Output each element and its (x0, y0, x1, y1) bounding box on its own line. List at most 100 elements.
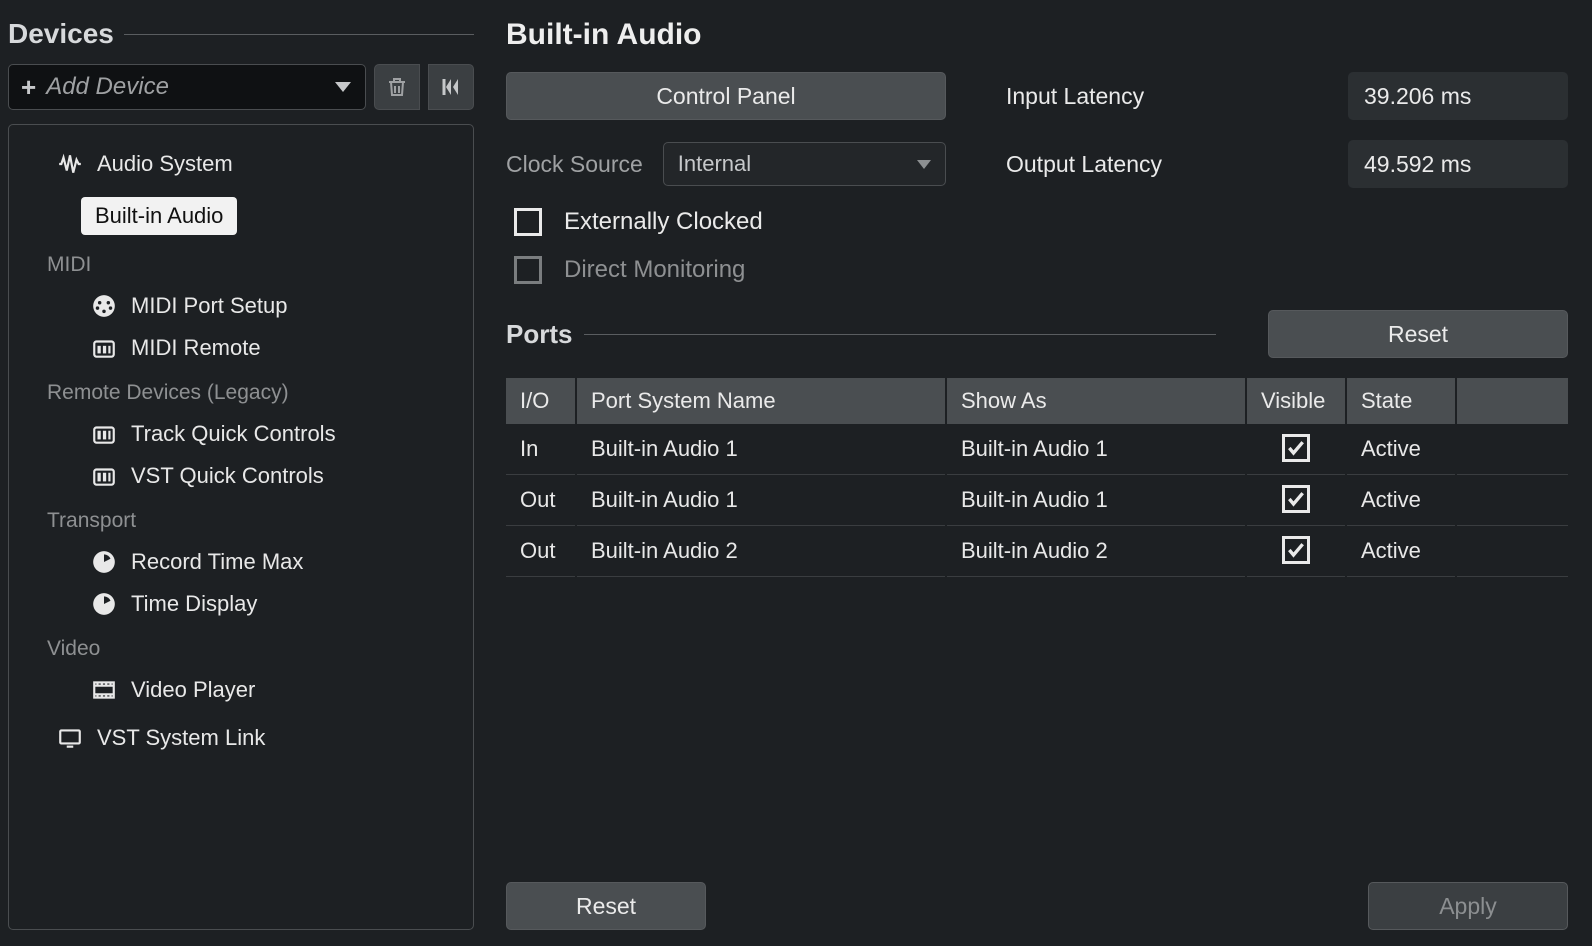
cell-name: Built-in Audio 1 (576, 424, 946, 475)
externally-clocked-checkbox[interactable] (514, 208, 542, 236)
apply-button: Apply (1368, 882, 1568, 930)
tree-vst-quick-controls[interactable]: VST Quick Controls (81, 457, 457, 495)
cell-name: Built-in Audio 1 (576, 475, 946, 526)
ports-header: Ports Reset (506, 310, 1568, 358)
reset-button[interactable]: Reset (506, 882, 706, 930)
clock-source-label: Clock Source (506, 151, 643, 178)
value-text: 49.592 ms (1364, 151, 1471, 178)
select-value: Internal (678, 151, 751, 177)
collapse-all-button[interactable] (428, 64, 474, 110)
tree-midi-port-setup[interactable]: MIDI Port Setup (81, 287, 457, 325)
direct-monitoring-label: Direct Monitoring (564, 256, 745, 284)
clock-source-select[interactable]: Internal (663, 142, 946, 186)
delete-device-button[interactable] (374, 64, 420, 110)
skip-back-icon (439, 75, 463, 99)
table-header-row: I/O Port System Name Show As Visible Sta… (506, 378, 1568, 424)
remote-icon (91, 335, 117, 361)
tree-item-label: MIDI Port Setup (131, 293, 288, 319)
visible-checkbox[interactable] (1282, 434, 1310, 462)
col-state[interactable]: State (1346, 378, 1456, 424)
devices-title: Devices (8, 18, 114, 50)
tree-time-display[interactable]: Time Display (81, 585, 457, 623)
col-visible[interactable]: Visible (1246, 378, 1346, 424)
direct-monitoring-checkbox (514, 256, 542, 284)
cell-name: Built-in Audio 2 (576, 526, 946, 577)
cell-state: Active (1346, 475, 1456, 526)
add-device-label: Add Device (46, 73, 325, 101)
tree-item-label: VST System Link (97, 725, 265, 751)
tree-group-video: Video (47, 637, 457, 661)
cell-io: Out (506, 475, 576, 526)
divider (124, 34, 474, 35)
tree-item-label: Record Time Max (131, 549, 303, 575)
tree-vst-system-link[interactable]: VST System Link (47, 719, 457, 757)
divider (584, 334, 1216, 335)
devices-panel: Devices + Add Device Audio System Built-… (0, 0, 498, 946)
footer-bar: Reset Apply (506, 862, 1568, 930)
tree-built-in-audio[interactable]: Built-in Audio (81, 197, 237, 235)
tree-group-midi: MIDI (47, 253, 457, 277)
main-panel: Built-in Audio Control Panel Input Laten… (498, 0, 1592, 946)
table-row[interactable]: InBuilt-in Audio 1Built-in Audio 1Active (506, 424, 1568, 475)
waveform-icon (57, 151, 83, 177)
trash-icon (385, 75, 409, 99)
cell-visible (1246, 475, 1346, 526)
col-pad (1456, 378, 1568, 424)
tree-item-label: Track Quick Controls (131, 421, 336, 447)
controls-icon (91, 421, 117, 447)
control-panel-button[interactable]: Control Panel (506, 72, 946, 120)
ports-title: Ports (506, 319, 572, 350)
tree-midi-remote[interactable]: MIDI Remote (81, 329, 457, 367)
tree-record-time-max[interactable]: Record Time Max (81, 543, 457, 581)
add-device-row: + Add Device (8, 64, 474, 110)
tree-item-label: Time Display (131, 591, 257, 617)
cell-io: Out (506, 526, 576, 577)
clock-icon (91, 549, 117, 575)
ports-reset-button[interactable]: Reset (1268, 310, 1568, 358)
externally-clocked-row: Externally Clocked (514, 208, 1568, 236)
button-label: Control Panel (656, 83, 795, 110)
tree-item-label: Built-in Audio (95, 203, 223, 229)
table-row[interactable]: OutBuilt-in Audio 2Built-in Audio 2Activ… (506, 526, 1568, 577)
direct-monitoring-row: Direct Monitoring (514, 256, 1568, 284)
tree-item-label: VST Quick Controls (131, 463, 324, 489)
chevron-down-icon (335, 82, 351, 92)
tree-item-label: Video Player (131, 677, 255, 703)
monitor-icon (57, 725, 83, 751)
controls-icon (91, 463, 117, 489)
button-label: Apply (1439, 893, 1497, 920)
visible-checkbox[interactable] (1282, 536, 1310, 564)
cell-pad (1456, 526, 1568, 577)
table-row[interactable]: OutBuilt-in Audio 1Built-in Audio 1Activ… (506, 475, 1568, 526)
cell-show-as[interactable]: Built-in Audio 1 (946, 475, 1246, 526)
ports-table: I/O Port System Name Show As Visible Sta… (506, 378, 1568, 577)
tree-item-label: MIDI Remote (131, 335, 261, 361)
add-device-dropdown[interactable]: + Add Device (8, 64, 366, 110)
cell-io: In (506, 424, 576, 475)
col-name[interactable]: Port System Name (576, 378, 946, 424)
page-title: Built-in Audio (506, 18, 1568, 52)
externally-clocked-label: Externally Clocked (564, 208, 763, 236)
col-io[interactable]: I/O (506, 378, 576, 424)
cell-visible (1246, 424, 1346, 475)
cell-state: Active (1346, 424, 1456, 475)
tree-audio-system[interactable]: Audio System (47, 145, 457, 183)
midi-icon (91, 293, 117, 319)
input-latency-value: 39.206 ms (1348, 72, 1568, 120)
visible-checkbox[interactable] (1282, 485, 1310, 513)
tree-track-quick-controls[interactable]: Track Quick Controls (81, 415, 457, 453)
tree-video-player[interactable]: Video Player (81, 671, 457, 709)
cell-show-as[interactable]: Built-in Audio 1 (946, 424, 1246, 475)
chevron-down-icon (917, 160, 931, 169)
cell-state: Active (1346, 526, 1456, 577)
input-latency-label: Input Latency (1006, 83, 1288, 110)
clock-source-row: Clock Source Internal (506, 142, 946, 186)
cell-show-as[interactable]: Built-in Audio 2 (946, 526, 1246, 577)
device-tree[interactable]: Audio System Built-in Audio MIDI MIDI Po… (8, 124, 474, 930)
devices-header: Devices (8, 18, 474, 50)
cell-visible (1246, 526, 1346, 577)
cell-pad (1456, 424, 1568, 475)
value-text: 39.206 ms (1364, 83, 1471, 110)
tree-item-label: Audio System (97, 151, 233, 177)
col-show[interactable]: Show As (946, 378, 1246, 424)
